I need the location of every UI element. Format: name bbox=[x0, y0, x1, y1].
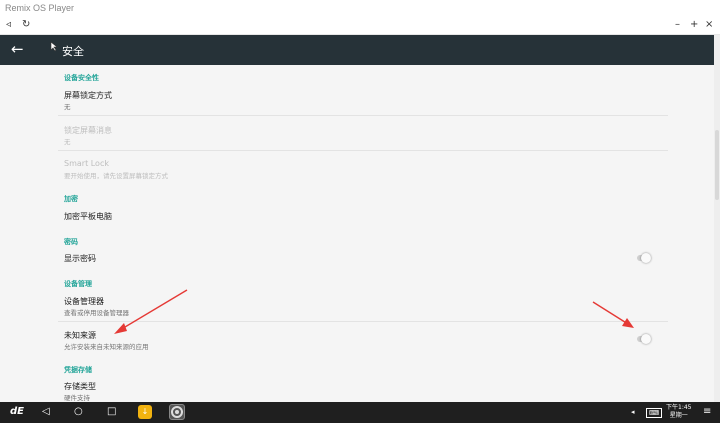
section-credential-storage: 凭据存储 bbox=[64, 366, 92, 374]
lock-screen-message-title: 锁定屏幕消息 bbox=[64, 126, 112, 135]
player-toolbar: ◃ ↻ – + × bbox=[0, 16, 720, 35]
rotate-icon[interactable]: ↻ bbox=[22, 18, 30, 32]
section-device-admin: 设备管理 bbox=[64, 280, 92, 288]
screen-lock-value: 无 bbox=[64, 103, 71, 111]
app-icon-yellow[interactable]: ↓ bbox=[138, 405, 152, 419]
screen-lock-title[interactable]: 屏幕锁定方式 bbox=[64, 90, 112, 101]
divider bbox=[58, 115, 668, 116]
page-title: 安全 bbox=[62, 45, 84, 58]
app-bar: ← 安全 bbox=[0, 35, 714, 65]
toggle-knob bbox=[641, 334, 651, 344]
remix-logo-icon[interactable]: dE bbox=[10, 405, 24, 419]
tray-arrow-icon[interactable]: ◂ bbox=[631, 405, 635, 419]
device-admin-subtitle: 查看或停用设备管理器 bbox=[64, 309, 129, 317]
close-icon[interactable]: × bbox=[705, 18, 713, 32]
smart-lock-title: Smart Lock bbox=[64, 159, 109, 168]
storage-type-value: 硬件支持 bbox=[64, 394, 90, 402]
scrollbar[interactable] bbox=[714, 35, 720, 402]
section-encryption: 加密 bbox=[64, 195, 78, 203]
window-title-bar: Remix OS Player bbox=[0, 0, 720, 16]
clock[interactable]: 下午1:45 星期一 bbox=[666, 404, 691, 420]
unknown-sources-toggle[interactable] bbox=[637, 334, 651, 344]
divider bbox=[58, 321, 668, 322]
clock-day: 星期一 bbox=[669, 412, 688, 419]
show-password-title[interactable]: 显示密码 bbox=[64, 253, 96, 264]
notifications-menu-icon[interactable]: ≡ bbox=[703, 405, 711, 419]
section-password: 密码 bbox=[64, 238, 78, 246]
home-icon[interactable]: ○ bbox=[74, 405, 83, 419]
divider bbox=[58, 150, 668, 151]
back-arrow-icon[interactable]: ← bbox=[11, 41, 24, 57]
scrollbar-thumb[interactable] bbox=[715, 130, 719, 200]
lock-screen-message-value: 无 bbox=[64, 138, 71, 146]
minimize-icon[interactable]: – bbox=[675, 18, 680, 32]
encrypt-tablet-title[interactable]: 加密平板电脑 bbox=[64, 211, 112, 222]
nav-back-icon[interactable]: ◁ bbox=[42, 405, 50, 419]
storage-type-title[interactable]: 存储类型 bbox=[64, 381, 96, 392]
settings-app-icon[interactable] bbox=[169, 404, 185, 420]
unknown-sources-title[interactable]: 未知来源 bbox=[64, 330, 96, 341]
window-title: Remix OS Player bbox=[5, 3, 75, 13]
settings-list: 设备安全性 屏幕锁定方式 无 锁定屏幕消息 无 Smart Lock 要开始使用… bbox=[0, 65, 714, 402]
unknown-sources-subtitle: 允许安装来自未知来源的应用 bbox=[64, 343, 149, 351]
keyboard-icon[interactable]: ⌨ bbox=[646, 408, 663, 418]
section-device-security: 设备安全性 bbox=[64, 74, 99, 82]
volume-down-icon[interactable]: ◃ bbox=[6, 18, 11, 32]
smart-lock-subtitle: 要开始使用，请先设置屏幕锁定方式 bbox=[64, 172, 168, 180]
taskbar: dE ◁ ○ □ ↓ ◂ ⌨ 下午1:45 星期一 ≡ bbox=[0, 402, 720, 423]
device-admin-title[interactable]: 设备管理器 bbox=[64, 296, 104, 307]
toggle-knob bbox=[641, 253, 651, 263]
recents-icon[interactable]: □ bbox=[107, 405, 116, 419]
plus-icon[interactable]: + bbox=[690, 18, 698, 32]
clock-time: 下午1:45 bbox=[666, 404, 692, 411]
show-password-toggle[interactable] bbox=[637, 253, 651, 263]
